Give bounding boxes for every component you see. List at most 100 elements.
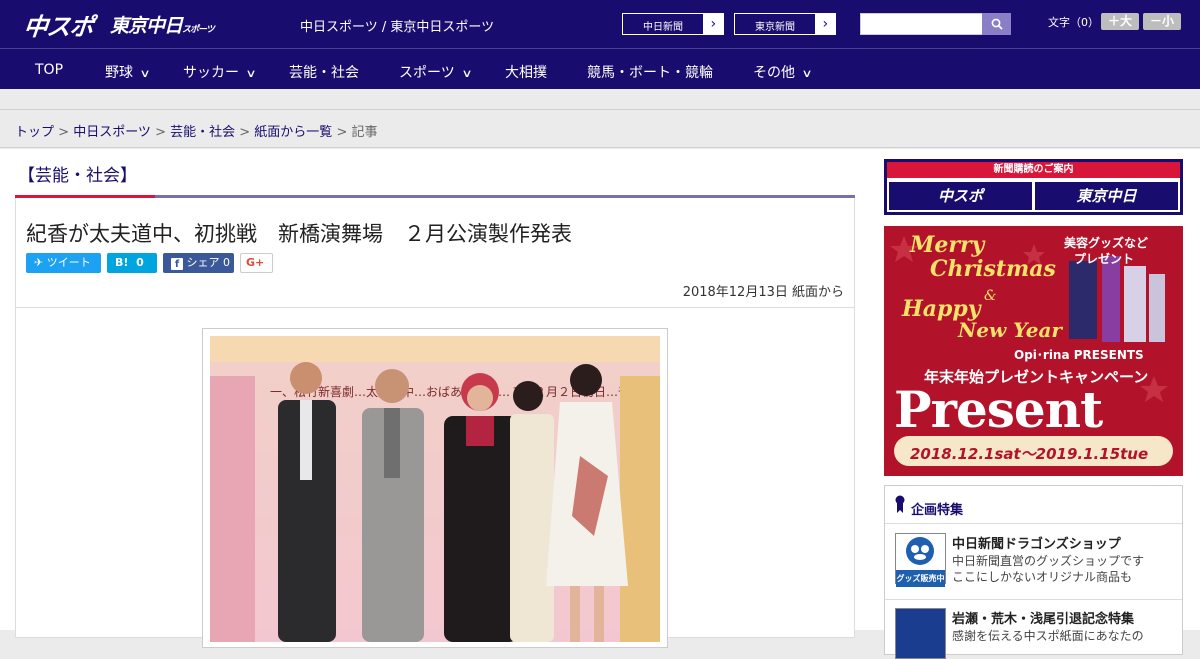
breadcrumb-current: 記事: [351, 125, 378, 140]
nav-label: TOP: [35, 62, 64, 78]
twitter-icon: ✈: [34, 256, 44, 269]
font-size-label: 文字（0）: [1048, 16, 1099, 29]
ad-present: Present: [894, 380, 1103, 439]
tokyo-shimbun-link[interactable]: 東京新聞 ›: [734, 13, 836, 35]
facebook-share-button[interactable]: f シェア 0: [163, 253, 234, 273]
hatena-icon: B!: [115, 256, 129, 269]
chunichi-shimbun-link[interactable]: 中日新聞 ›: [622, 13, 724, 35]
nav-label: その他: [753, 65, 795, 81]
feature-item-retirement-special[interactable]: 岩瀬・荒木・浅尾引退記念特集 感謝を伝える中スポ紙面にあなたの: [895, 608, 1175, 659]
nav-sports[interactable]: スポーツ ∨: [399, 62, 473, 82]
search-icon: [991, 18, 1003, 30]
dragons-shop-thumbnail: グッズ販売中: [895, 533, 946, 587]
campaign-ad-banner[interactable]: Merry Christmas & Happy New Year 美容グッズなど…: [884, 226, 1183, 476]
subscription-box: 新聞購読のご案内 中スポ 東京中日: [884, 159, 1183, 215]
nav-label: 野球: [105, 65, 133, 81]
chuspo-logo[interactable]: 中スポ: [22, 7, 95, 42]
ad-christmas: Christmas: [930, 256, 1056, 282]
article-title: 紀香が太夫道中、初挑戦 新橋演舞場 ２月公演製作発表: [26, 222, 572, 246]
sidebar: 新聞購読のご案内 中スポ 東京中日 Merry Christmas & Happ…: [884, 159, 1183, 659]
main-area: 【芸能・社会】 紀香が太夫道中、初挑戦 新橋演舞場 ２月公演製作発表 ✈ ツイー…: [0, 149, 1200, 659]
retirement-special-thumbnail: [895, 608, 946, 659]
ad-ampersand: &: [984, 288, 997, 304]
feature-desc-line: ここにしかないオリジナル商品も: [952, 570, 1133, 584]
chevron-down-icon: ∨: [801, 67, 813, 80]
feature-title: 岩瀬・荒木・浅尾引退記念特集: [952, 612, 1135, 627]
tweet-label: ツイート: [46, 256, 91, 269]
subscribe-chuspo-button[interactable]: 中スポ: [889, 182, 1032, 210]
hatena-count: 0: [136, 256, 144, 269]
breadcrumb-separator: >: [150, 125, 171, 140]
breadcrumb-top[interactable]: トップ: [15, 125, 54, 140]
gplus-button[interactable]: G+: [240, 253, 273, 273]
search-button[interactable]: [982, 13, 1011, 35]
feature-desc: 中日新聞直営のグッズショップです ここにしかないオリジナル商品も: [952, 553, 1144, 585]
tokyo-chunichi-logo-small: スポーツ: [182, 25, 215, 35]
ad-new-year: New Year: [958, 318, 1062, 342]
breadcrumb-separator: >: [235, 125, 255, 140]
nav-racing[interactable]: 競馬・ボート・競輪: [587, 62, 713, 82]
nav-entertainment[interactable]: 芸能・社会: [289, 62, 359, 82]
ad-brand: Opi･rina PRESENTS: [1014, 348, 1144, 362]
facebook-label: シェア: [186, 256, 220, 269]
hatena-button[interactable]: B! 0: [107, 253, 157, 273]
nav-soccer[interactable]: サッカー ∨: [183, 62, 257, 82]
tokyo-shimbun-label: 東京新聞: [755, 22, 795, 33]
features-heading-label: 企画特集: [911, 503, 964, 518]
features-heading: 企画特集: [885, 486, 1182, 524]
dragons-mascot-icon: [906, 537, 934, 565]
nav-top[interactable]: TOP: [35, 62, 63, 78]
font-smaller-button[interactable]: －小: [1143, 13, 1181, 30]
nav-label: 芸能・社会: [289, 65, 359, 81]
article-date: 2018年12月13日 紙面から: [682, 285, 844, 300]
nav-label: サッカー: [183, 65, 239, 81]
site-header: 中スポ 東京中日スポーツ 中日スポーツ / 東京中日スポーツ 中日新聞 › 東京新…: [0, 0, 1200, 48]
divider: [16, 307, 854, 308]
subnav-bar: [0, 89, 1200, 110]
main-nav: TOP 野球 ∨ サッカー ∨ 芸能・社会 スポーツ ∨ 大相撲 競馬・ボート・競輪 …: [0, 48, 1200, 89]
breadcrumb-separator: >: [332, 125, 352, 140]
feature-item-dragons-shop[interactable]: グッズ販売中 中日新聞ドラゴンズショップ 中日新聞直営のグッズショップです ここに…: [895, 533, 1175, 593]
nav-label: スポーツ: [399, 65, 455, 81]
feature-desc-line: 感謝を伝える中スポ紙面にあなたの: [952, 629, 1144, 643]
subscribe-tokyo-chunichi-button[interactable]: 東京中日: [1035, 182, 1178, 210]
ad-merry: Merry: [910, 232, 985, 258]
chevron-down-icon: ∨: [461, 67, 473, 80]
site-name: 中日スポーツ / 東京中日スポーツ: [300, 20, 495, 35]
facebook-count: 0: [223, 256, 230, 269]
ad-goods-line2: プレゼント: [1074, 252, 1135, 266]
category-heading: 【芸能・社会】: [18, 166, 137, 186]
feature-title: 中日新聞ドラゴンズショップ: [952, 537, 1121, 552]
nav-label: 競馬・ボート・競輪: [587, 65, 713, 81]
feature-desc-line: 中日新聞直営のグッズショップです: [952, 554, 1145, 568]
divider: [885, 599, 1182, 600]
breadcrumb: トップ > 中日スポーツ > 芸能・社会 > 紙面から一覧 > 記事: [0, 110, 1200, 148]
article-photo[interactable]: 一、松竹新喜劇…太夫道中…おばあちゃん…１年２月２日初日…千穐楽: [202, 328, 668, 648]
tokyo-chunichi-logo[interactable]: 東京中日スポーツ: [110, 11, 215, 38]
chevron-down-icon: ∨: [139, 67, 151, 80]
nav-sumo[interactable]: 大相撲: [505, 62, 547, 82]
tweet-button[interactable]: ✈ ツイート: [26, 253, 101, 273]
dragons-shop-thumbnail-label: グッズ販売中: [896, 570, 945, 587]
chevron-right-icon: ›: [815, 14, 835, 34]
chunichi-shimbun-label: 中日新聞: [643, 22, 683, 33]
ribbon-icon: [895, 495, 905, 513]
ad-goods-line1: 美容グッズなど: [1064, 236, 1149, 250]
breadcrumb-chunichi-sports[interactable]: 中日スポーツ: [73, 125, 151, 140]
breadcrumb-paper-list[interactable]: 紙面から一覧: [254, 125, 332, 140]
facebook-icon: f: [171, 258, 183, 270]
chevron-down-icon: ∨: [245, 67, 257, 80]
feature-desc: 感謝を伝える中スポ紙面にあなたの: [952, 628, 1144, 644]
font-larger-button[interactable]: ＋大: [1101, 13, 1139, 30]
tokyo-chunichi-logo-text: 東京中日: [110, 15, 183, 37]
chevron-right-icon: ›: [703, 14, 723, 34]
breadcrumb-entertainment[interactable]: 芸能・社会: [170, 125, 235, 140]
ad-period: 2018.12.1sat～2019.1.15tue: [910, 445, 1149, 463]
nav-baseball[interactable]: 野球 ∨: [105, 62, 151, 82]
nav-other[interactable]: その他 ∨: [753, 62, 813, 82]
subscription-heading: 新聞購読のご案内: [887, 162, 1180, 178]
press-conference-image: 一、松竹新喜劇…太夫道中…おばあちゃん…１年２月２日初日…千穐楽: [210, 336, 660, 642]
nav-label: 大相撲: [505, 65, 547, 81]
breadcrumb-separator: >: [54, 125, 74, 140]
article: 紀香が太夫道中、初挑戦 新橋演舞場 ２月公演製作発表 ✈ ツイート B! 0 f…: [15, 198, 855, 648]
